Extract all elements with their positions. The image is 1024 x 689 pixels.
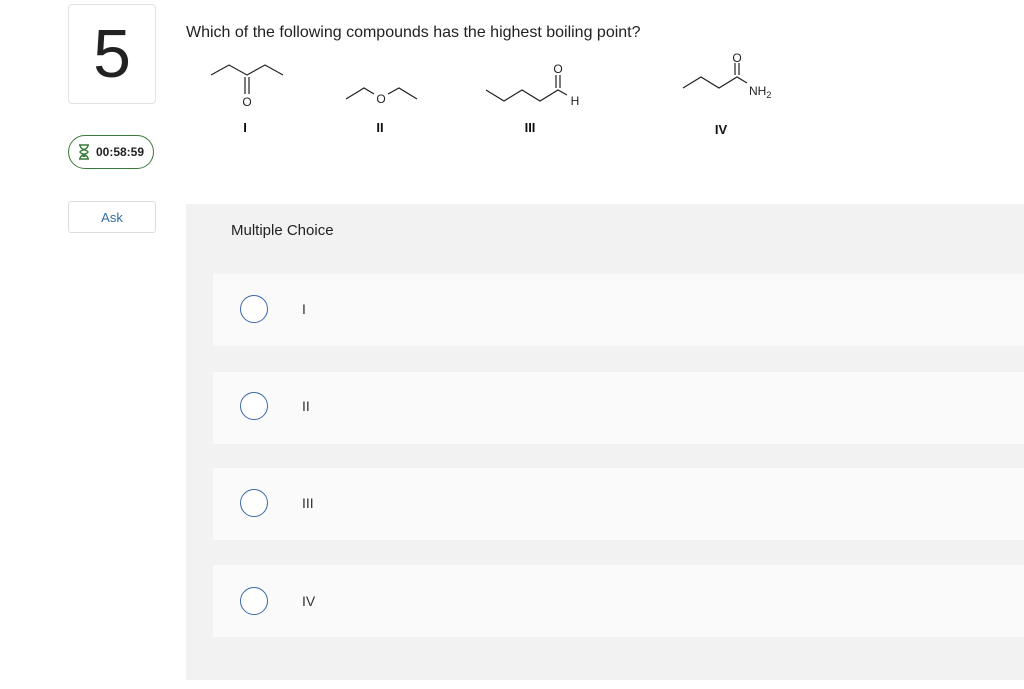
question-number-box: 5 [68, 4, 156, 104]
radio-button[interactable] [240, 489, 268, 517]
structure-i [210, 64, 284, 94]
structures-figure: O O O H O NH2 I II III IV [186, 48, 826, 148]
option-i[interactable]: I [213, 274, 1024, 346]
timer[interactable]: 00:58:59 [68, 135, 154, 169]
atom-ketone-o: O [242, 95, 251, 109]
radio-button[interactable] [240, 295, 268, 323]
structures-svg: O O O H O NH2 [210, 51, 771, 109]
structure-label-i: I [243, 120, 247, 135]
atom-aldehyde-h: H [571, 94, 580, 108]
option-label: I [302, 301, 306, 317]
radio-button[interactable] [240, 392, 268, 420]
atom-amide-n: NH2 [749, 84, 771, 100]
radio-button[interactable] [240, 587, 268, 615]
ask-button[interactable]: Ask [68, 201, 156, 233]
atom-amide-o: O [732, 51, 741, 65]
structure-label-ii: II [376, 120, 384, 135]
question-number: 5 [93, 16, 131, 92]
answer-panel: Multiple Choice I II III IV [186, 204, 1024, 680]
option-ii[interactable]: II [213, 372, 1024, 444]
option-label: II [302, 398, 310, 414]
atom-ether-o: O [376, 92, 385, 106]
atom-aldehyde-o: O [553, 62, 562, 76]
option-label: III [302, 495, 314, 511]
hourglass-icon [78, 144, 89, 160]
option-iv[interactable]: IV [213, 565, 1024, 637]
structure-iv [682, 63, 748, 89]
question-text: Which of the following compounds has the… [186, 24, 641, 41]
option-label: IV [302, 593, 316, 609]
structure-label-iv: IV [714, 122, 728, 137]
option-iii[interactable]: III [213, 468, 1024, 540]
timer-value: 00:58:59 [95, 145, 145, 159]
structure-iii [485, 75, 568, 102]
multiple-choice-title: Multiple Choice [231, 222, 334, 239]
structure-label-iii: III [524, 120, 536, 135]
